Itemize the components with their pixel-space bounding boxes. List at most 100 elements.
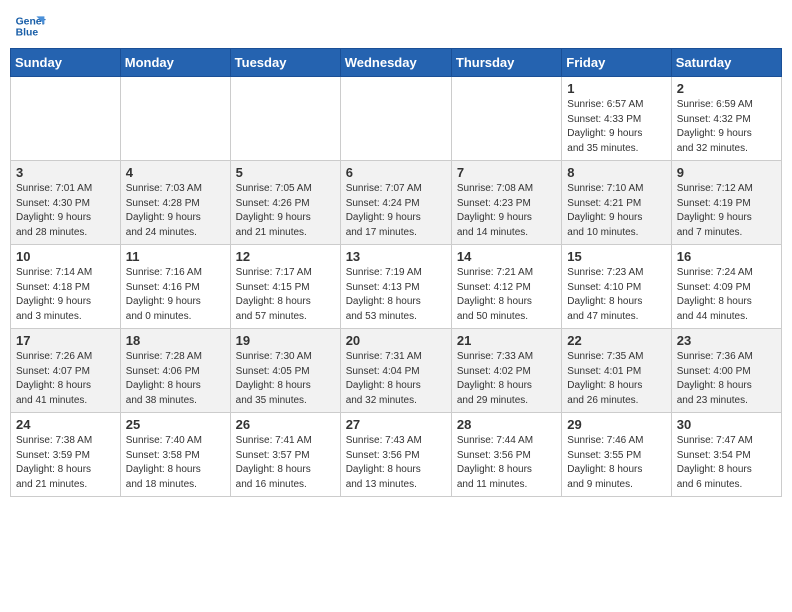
day-of-week-monday: Monday bbox=[120, 49, 230, 77]
day-number: 27 bbox=[346, 417, 446, 432]
day-number: 17 bbox=[16, 333, 115, 348]
day-info: Sunrise: 7:19 AM Sunset: 4:13 PM Dayligh… bbox=[346, 266, 446, 324]
day-info: Sunrise: 6:59 AM Sunset: 4:32 PM Dayligh… bbox=[677, 98, 776, 156]
day-number: 15 bbox=[567, 249, 665, 264]
calendar-cell: 9 Sunrise: 7:12 AM Sunset: 4:19 PM Daylig… bbox=[671, 161, 781, 245]
calendar-header-row: SundayMondayTuesdayWednesdayThursdayFrid… bbox=[11, 49, 782, 77]
day-of-week-sunday: Sunday bbox=[11, 49, 121, 77]
day-number: 9 bbox=[677, 165, 776, 180]
day-info: Sunrise: 7:12 AM Sunset: 4:19 PM Dayligh… bbox=[677, 182, 776, 240]
day-info: Sunrise: 7:36 AM Sunset: 4:00 PM Dayligh… bbox=[677, 350, 776, 408]
calendar-cell: 7Sunrise: 7:08 AM Sunset: 4:23 PM Daylig… bbox=[451, 161, 561, 245]
day-info: Sunrise: 6:57 AM Sunset: 4:33 PM Dayligh… bbox=[567, 98, 665, 156]
day-info: Sunrise: 7:43 AM Sunset: 3:56 PM Dayligh… bbox=[346, 434, 446, 492]
day-number: 23 bbox=[677, 333, 776, 348]
calendar-cell: 18 Sunrise: 7:28 AM Sunset: 4:06 PM Dayli… bbox=[120, 329, 230, 413]
day-info: Sunrise: 7:14 AM Sunset: 4:18 PM Dayligh… bbox=[16, 266, 115, 324]
day-info: Sunrise: 7:41 AM Sunset: 3:57 PM Dayligh… bbox=[236, 434, 335, 492]
calendar-week-row: 17Sunrise: 7:26 AM Sunset: 4:07 PM Dayli… bbox=[11, 329, 782, 413]
calendar-cell: 24Sunrise: 7:38 AM Sunset: 3:59 PM Dayli… bbox=[11, 413, 121, 497]
calendar-cell bbox=[11, 77, 121, 161]
calendar-cell: 8Sunrise: 7:10 AM Sunset: 4:21 PM Daylig… bbox=[562, 161, 671, 245]
calendar-cell bbox=[120, 77, 230, 161]
calendar-cell: 25 Sunrise: 7:40 AM Sunset: 3:58 PM Dayli… bbox=[120, 413, 230, 497]
calendar-cell bbox=[451, 77, 561, 161]
calendar-cell: 11 Sunrise: 7:16 AM Sunset: 4:16 PM Dayli… bbox=[120, 245, 230, 329]
day-number: 14 bbox=[457, 249, 556, 264]
day-info: Sunrise: 7:38 AM Sunset: 3:59 PM Dayligh… bbox=[16, 434, 115, 492]
calendar-cell: 14 Sunrise: 7:21 AM Sunset: 4:12 PM Dayli… bbox=[451, 245, 561, 329]
day-info: Sunrise: 7:01 AM Sunset: 4:30 PM Dayligh… bbox=[16, 182, 115, 240]
day-info: Sunrise: 7:44 AM Sunset: 3:56 PM Dayligh… bbox=[457, 434, 556, 492]
day-info: Sunrise: 7:40 AM Sunset: 3:58 PM Dayligh… bbox=[126, 434, 225, 492]
day-number: 7 bbox=[457, 165, 556, 180]
calendar-week-row: 10 Sunrise: 7:14 AM Sunset: 4:18 PM Dayli… bbox=[11, 245, 782, 329]
day-of-week-tuesday: Tuesday bbox=[230, 49, 340, 77]
day-number: 13 bbox=[346, 249, 446, 264]
calendar-cell: 16Sunrise: 7:24 AM Sunset: 4:09 PM Dayli… bbox=[671, 245, 781, 329]
calendar-cell: 5 Sunrise: 7:05 AM Sunset: 4:26 PM Daylig… bbox=[230, 161, 340, 245]
day-number: 4 bbox=[126, 165, 225, 180]
calendar-cell: 29Sunrise: 7:46 AM Sunset: 3:55 PM Dayli… bbox=[562, 413, 671, 497]
calendar-week-row: 24Sunrise: 7:38 AM Sunset: 3:59 PM Dayli… bbox=[11, 413, 782, 497]
calendar-cell: 27 Sunrise: 7:43 AM Sunset: 3:56 PM Dayli… bbox=[340, 413, 451, 497]
day-number: 2 bbox=[677, 81, 776, 96]
day-info: Sunrise: 7:31 AM Sunset: 4:04 PM Dayligh… bbox=[346, 350, 446, 408]
day-info: Sunrise: 7:35 AM Sunset: 4:01 PM Dayligh… bbox=[567, 350, 665, 408]
day-info: Sunrise: 7:24 AM Sunset: 4:09 PM Dayligh… bbox=[677, 266, 776, 324]
day-number: 30 bbox=[677, 417, 776, 432]
calendar-cell: 2 Sunrise: 6:59 AM Sunset: 4:32 PM Daylig… bbox=[671, 77, 781, 161]
day-info: Sunrise: 7:17 AM Sunset: 4:15 PM Dayligh… bbox=[236, 266, 335, 324]
calendar-cell: 15 Sunrise: 7:23 AM Sunset: 4:10 PM Dayli… bbox=[562, 245, 671, 329]
calendar-cell: 20 Sunrise: 7:31 AM Sunset: 4:04 PM Dayli… bbox=[340, 329, 451, 413]
day-info: Sunrise: 7:21 AM Sunset: 4:12 PM Dayligh… bbox=[457, 266, 556, 324]
day-info: Sunrise: 7:05 AM Sunset: 4:26 PM Dayligh… bbox=[236, 182, 335, 240]
logo-icon: General Blue bbox=[14, 10, 46, 42]
day-number: 6 bbox=[346, 165, 446, 180]
day-info: Sunrise: 7:10 AM Sunset: 4:21 PM Dayligh… bbox=[567, 182, 665, 240]
day-number: 11 bbox=[126, 249, 225, 264]
day-number: 25 bbox=[126, 417, 225, 432]
day-number: 29 bbox=[567, 417, 665, 432]
day-number: 5 bbox=[236, 165, 335, 180]
day-info: Sunrise: 7:23 AM Sunset: 4:10 PM Dayligh… bbox=[567, 266, 665, 324]
calendar-week-row: 3 Sunrise: 7:01 AM Sunset: 4:30 PM Daylig… bbox=[11, 161, 782, 245]
svg-text:Blue: Blue bbox=[16, 28, 39, 39]
day-number: 19 bbox=[236, 333, 335, 348]
day-info: Sunrise: 7:30 AM Sunset: 4:05 PM Dayligh… bbox=[236, 350, 335, 408]
day-info: Sunrise: 7:47 AM Sunset: 3:54 PM Dayligh… bbox=[677, 434, 776, 492]
calendar-cell bbox=[340, 77, 451, 161]
day-info: Sunrise: 7:33 AM Sunset: 4:02 PM Dayligh… bbox=[457, 350, 556, 408]
calendar-cell: 1 Sunrise: 6:57 AM Sunset: 4:33 PM Daylig… bbox=[562, 77, 671, 161]
calendar-cell: 30 Sunrise: 7:47 AM Sunset: 3:54 PM Dayli… bbox=[671, 413, 781, 497]
day-number: 26 bbox=[236, 417, 335, 432]
day-number: 1 bbox=[567, 81, 665, 96]
day-number: 10 bbox=[16, 249, 115, 264]
logo: General Blue bbox=[14, 10, 50, 42]
calendar-cell bbox=[230, 77, 340, 161]
day-info: Sunrise: 7:07 AM Sunset: 4:24 PM Dayligh… bbox=[346, 182, 446, 240]
calendar-cell: 6 Sunrise: 7:07 AM Sunset: 4:24 PM Daylig… bbox=[340, 161, 451, 245]
day-info: Sunrise: 7:28 AM Sunset: 4:06 PM Dayligh… bbox=[126, 350, 225, 408]
calendar-cell: 17Sunrise: 7:26 AM Sunset: 4:07 PM Dayli… bbox=[11, 329, 121, 413]
day-number: 18 bbox=[126, 333, 225, 348]
day-number: 3 bbox=[16, 165, 115, 180]
day-info: Sunrise: 7:03 AM Sunset: 4:28 PM Dayligh… bbox=[126, 182, 225, 240]
calendar-cell: 28 Sunrise: 7:44 AM Sunset: 3:56 PM Dayli… bbox=[451, 413, 561, 497]
day-number: 22 bbox=[567, 333, 665, 348]
calendar-cell: 10 Sunrise: 7:14 AM Sunset: 4:18 PM Dayli… bbox=[11, 245, 121, 329]
day-number: 28 bbox=[457, 417, 556, 432]
calendar-cell: 13 Sunrise: 7:19 AM Sunset: 4:13 PM Dayli… bbox=[340, 245, 451, 329]
day-of-week-thursday: Thursday bbox=[451, 49, 561, 77]
calendar-cell: 23 Sunrise: 7:36 AM Sunset: 4:00 PM Dayli… bbox=[671, 329, 781, 413]
calendar-cell: 12 Sunrise: 7:17 AM Sunset: 4:15 PM Dayli… bbox=[230, 245, 340, 329]
day-number: 20 bbox=[346, 333, 446, 348]
day-of-week-friday: Friday bbox=[562, 49, 671, 77]
calendar-cell: 4 Sunrise: 7:03 AM Sunset: 4:28 PM Daylig… bbox=[120, 161, 230, 245]
calendar-table: SundayMondayTuesdayWednesdayThursdayFrid… bbox=[10, 48, 782, 497]
day-number: 12 bbox=[236, 249, 335, 264]
calendar-cell: 3 Sunrise: 7:01 AM Sunset: 4:30 PM Daylig… bbox=[11, 161, 121, 245]
calendar-cell: 19 Sunrise: 7:30 AM Sunset: 4:05 PM Dayli… bbox=[230, 329, 340, 413]
day-of-week-wednesday: Wednesday bbox=[340, 49, 451, 77]
day-info: Sunrise: 7:16 AM Sunset: 4:16 PM Dayligh… bbox=[126, 266, 225, 324]
